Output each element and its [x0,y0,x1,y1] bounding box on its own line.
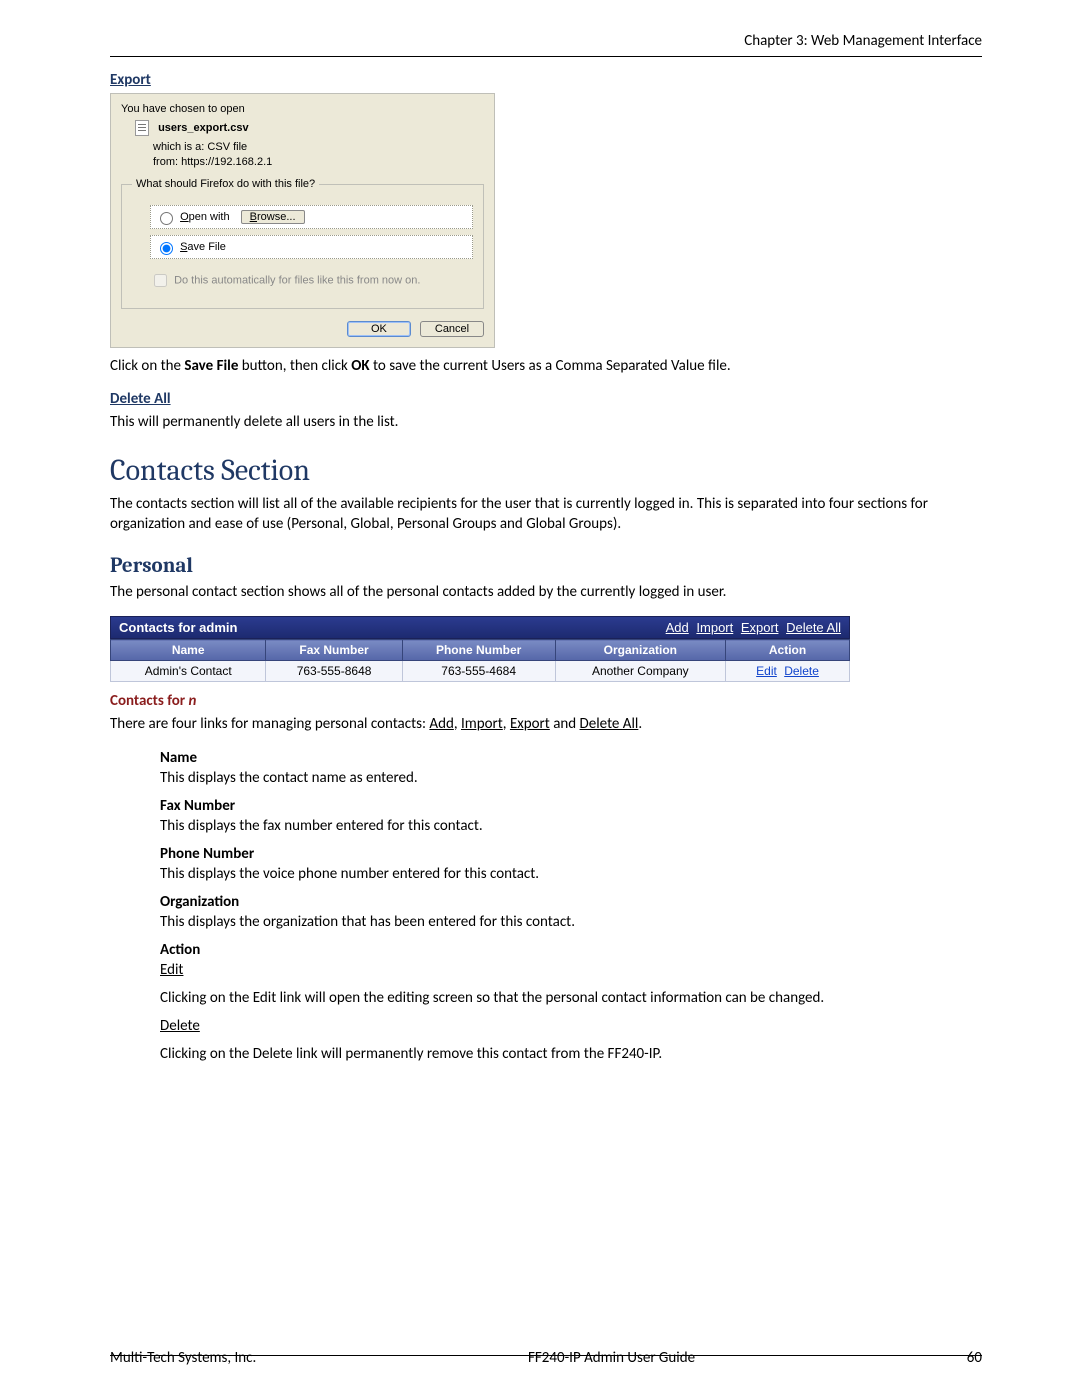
def-desc: Clicking on the Edit link will open the … [160,989,982,1007]
save-file-radio[interactable] [160,242,173,255]
open-with-row: Open with Browse... [150,205,473,229]
heading-contacts-for-n: Contacts for n [110,692,982,710]
cell-phone: 763-555-4684 [402,661,555,682]
cell-fax: 763-555-8648 [266,661,402,682]
text-bold: OK [351,357,369,375]
contacts-titlebar-links: Add Import Export Delete All [662,620,841,635]
import-link[interactable]: Import [696,620,733,635]
contacts-titlebar-label: Contacts for admin [119,620,237,635]
personal-intro: The personal contact section shows all o… [110,582,982,602]
text-ul: Export [510,715,550,733]
auto-checkbox[interactable] [154,274,167,287]
text-ul: Import [461,715,503,733]
edit-link[interactable]: Edit [756,664,777,678]
table-header-row: Name Fax Number Phone Number Organizatio… [111,640,850,661]
dialog-legend: What should Firefox do with this file? [132,177,319,191]
def-term: Fax Number [160,797,982,815]
heading-contacts-section: Contacts Section [110,453,982,488]
text-italic: n [189,692,197,710]
delete-all-body: This will permanently delete all users i… [110,412,982,432]
delete-link[interactable]: Delete [784,664,819,678]
browse-button[interactable]: Browse... [241,210,305,224]
heading-delete-all: Delete All [110,390,982,408]
save-file-row: Save File [150,235,473,259]
def-sub-delete: Delete [160,1017,982,1035]
dialog-chosen-text: You have chosen to open [121,102,484,116]
text: Click on the [110,357,184,375]
dialog-fieldset: What should Firefox do with this file? O… [121,177,484,309]
header-rule [110,56,982,57]
def-term-action: Action [160,941,982,959]
contacts-table-widget: Contacts for admin Add Import Export Del… [110,616,850,682]
text: . [638,715,642,733]
def-desc: This displays the fax number entered for… [160,817,982,835]
definition-list: Name This displays the contact name as e… [160,749,982,1063]
table-row: Admin's Contact 763-555-8648 763-555-468… [111,661,850,682]
auto-label: Do this automatically for files like thi… [174,275,420,287]
text: button, then click [238,357,351,375]
cell-action: Edit Delete [726,661,850,682]
contacts-table: Name Fax Number Phone Number Organizatio… [110,639,850,682]
contacts-titlebar: Contacts for admin Add Import Export Del… [110,616,850,639]
export-link[interactable]: Export [741,620,779,635]
cancel-button[interactable]: Cancel [420,321,484,337]
text-ul: Add [429,715,453,733]
def-desc: This displays the contact name as entere… [160,769,982,787]
col-fax: Fax Number [266,640,402,661]
def-term: Name [160,749,982,767]
def-desc: Clicking on the Delete link will permane… [160,1045,982,1063]
dialog-from: from: https://192.168.2.1 [153,155,484,169]
open-with-label: Open with [180,211,230,223]
col-phone: Phone Number [402,640,555,661]
contacts-section-body: The contacts section will list all of th… [110,494,982,535]
text: Contacts for [110,692,189,710]
dialog-filename-row: users_export.csv [135,120,484,136]
text-ul: Delete All [580,715,639,733]
save-file-label: Save File [180,241,226,253]
ok-button[interactable]: OK [347,321,411,337]
def-desc: This displays the organization that has … [160,913,982,931]
dialog-button-row: OK Cancel [121,321,484,337]
contacts-for-n-body: There are four links for managing person… [110,714,982,734]
heading-export: Export [110,71,982,89]
text: There are four links for managing person… [110,715,429,733]
col-action: Action [726,640,850,661]
heading-personal: Personal [110,554,982,578]
text: and [550,715,580,733]
cell-org: Another Company [555,661,726,682]
col-name: Name [111,640,266,661]
export-caption: Click on the Save File button, then clic… [110,356,982,376]
delete-all-link[interactable]: Delete All [786,620,841,635]
page-footer: Multi-Tech Systems, Inc. FF240-IP Admin … [110,1349,982,1367]
def-sub-edit: Edit [160,961,982,979]
col-org: Organization [555,640,726,661]
running-header: Chapter 3: Web Management Interface [110,32,982,56]
def-term: Phone Number [160,845,982,863]
dialog-filename: users_export.csv [158,122,249,134]
text: to save the current Users as a Comma Sep… [370,357,731,375]
text-bold: Save File [184,357,238,375]
def-term: Organization [160,893,982,911]
firefox-download-dialog: You have chosen to open users_export.csv… [110,93,495,348]
def-desc: This displays the voice phone number ent… [160,865,982,883]
open-with-radio[interactable] [160,212,173,225]
file-icon [135,120,149,136]
cell-name: Admin's Contact [111,661,266,682]
add-link[interactable]: Add [666,620,689,635]
dialog-filetype: which is a: CSV file [153,140,484,154]
auto-row: Do this automatically for files like thi… [150,271,473,290]
